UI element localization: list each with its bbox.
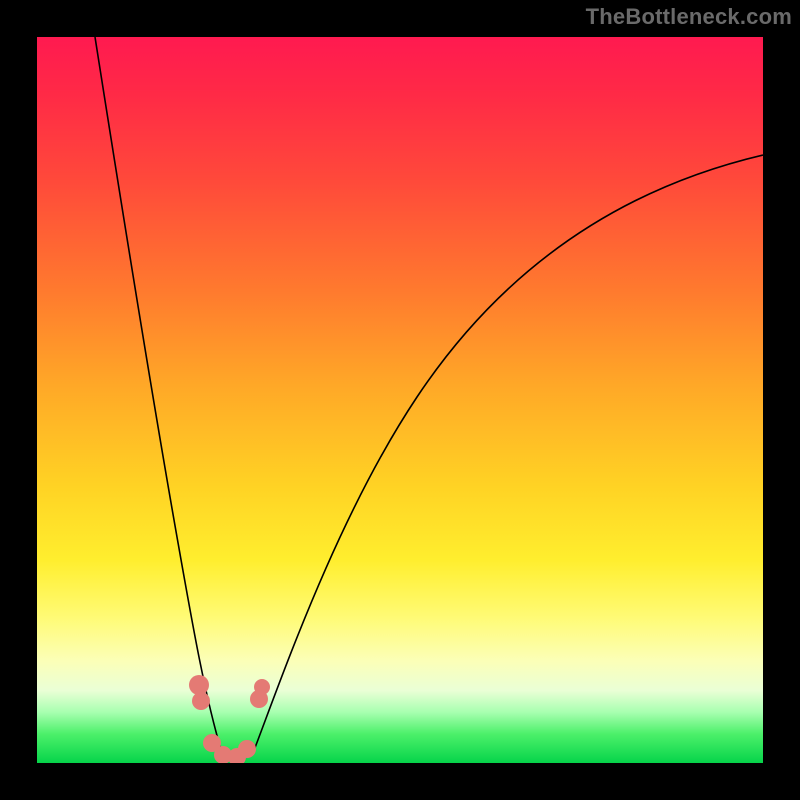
plot-area [37,37,763,763]
marker-dot [189,675,209,695]
curve-right-branch [253,155,763,753]
curve-layer [37,37,763,763]
marker-dot [254,679,270,695]
outer-frame: TheBottleneck.com [0,0,800,800]
marker-dot [192,692,210,710]
curve-left-branch [95,37,222,753]
marker-dot [238,740,256,758]
watermark-text: TheBottleneck.com [586,4,792,30]
